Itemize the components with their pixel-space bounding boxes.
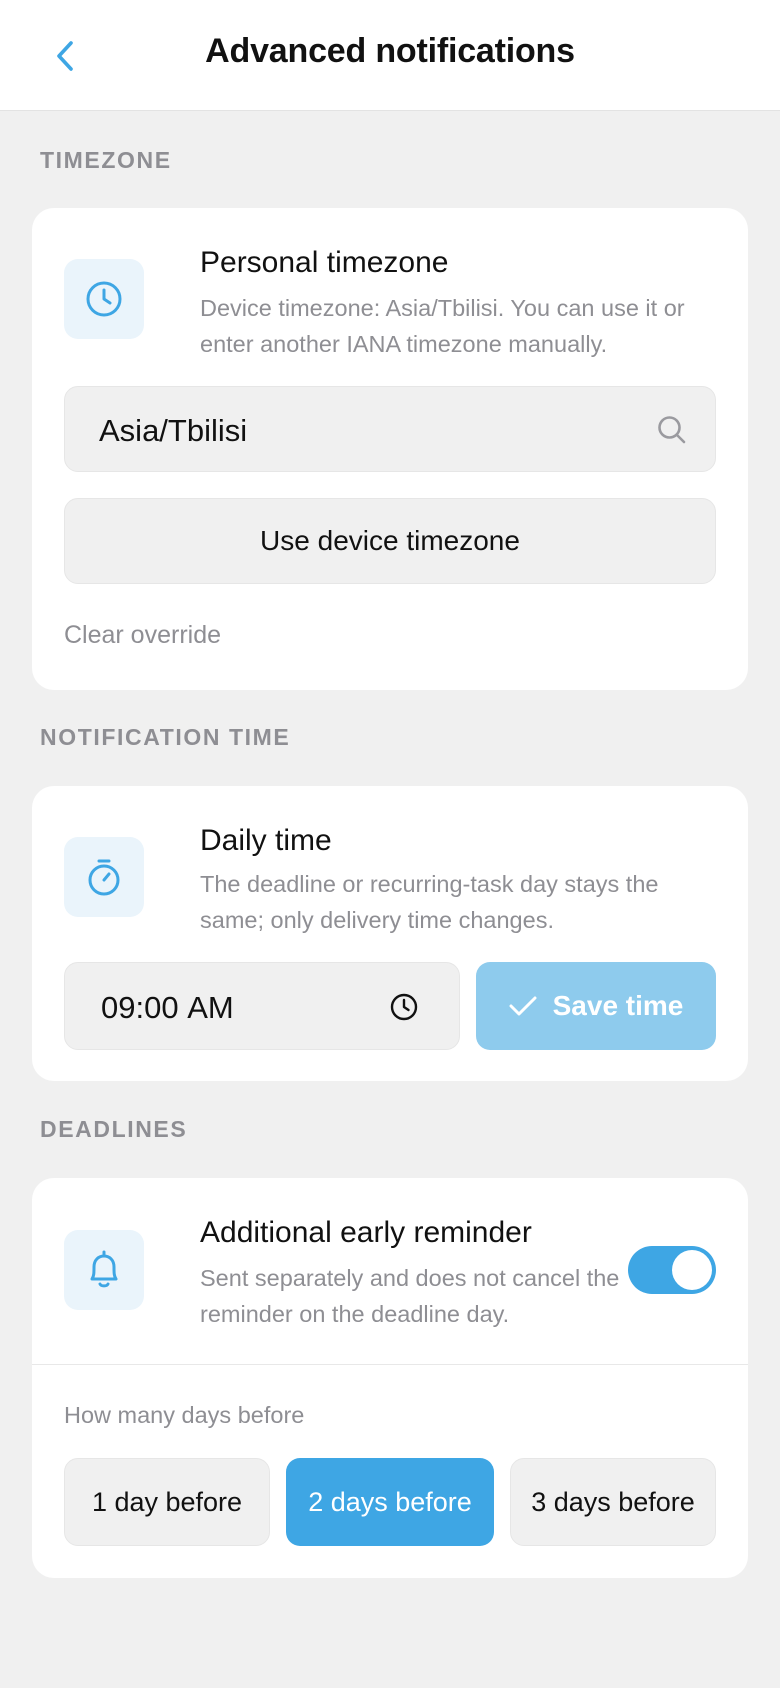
timezone-section-label: TIMEZONE [40, 147, 172, 173]
clock-icon [390, 993, 418, 1021]
notification-time-section-label: NOTIFICATION TIME [40, 724, 291, 750]
divider [32, 1364, 748, 1365]
daily-time-title: Daily time [200, 824, 332, 857]
option-2-days-before[interactable]: 2 days before [286, 1458, 494, 1546]
option-1-day-before[interactable]: 1 day before [64, 1458, 270, 1546]
timezone-card: Personal timezone Device timezone: Asia/… [32, 208, 748, 690]
timezone-description: Device timezone: Asia/Tbilisi. You can u… [200, 295, 685, 357]
search-icon [658, 416, 686, 444]
early-reminder-description: Sent separately and does not cancel the … [200, 1265, 620, 1327]
option-3-days-before[interactable]: 3 days before [510, 1458, 716, 1546]
time-input-value: 09:00 AM [101, 990, 234, 1025]
daily-time-description: The deadline or recurring-task day stays… [200, 871, 659, 933]
deadlines-card: Additional early reminder Sent separatel… [32, 1178, 748, 1578]
deadlines-section-label: DEADLINES [40, 1116, 188, 1142]
clear-override-link[interactable]: Clear override [64, 621, 221, 650]
early-reminder-title: Additional early reminder [200, 1216, 532, 1249]
clock-icon [86, 281, 122, 317]
early-reminder-toggle[interactable] [628, 1246, 716, 1294]
checkmark-icon [509, 996, 537, 1016]
daily-time-icon-box [64, 837, 144, 917]
page-title: Advanced notifications [205, 32, 575, 70]
use-device-timezone-button[interactable]: Use device timezone [64, 498, 716, 584]
reminder-icon-box [64, 1230, 144, 1310]
stopwatch-icon [88, 859, 120, 896]
time-input[interactable]: 09:00 AM [64, 962, 460, 1050]
save-time-label: Save time [552, 990, 684, 1021]
timezone-input[interactable]: Asia/Tbilisi [64, 386, 716, 472]
timezone-title: Personal timezone [200, 246, 449, 279]
toggle-knob [672, 1250, 712, 1290]
timezone-icon-box [64, 259, 144, 339]
top-bar: Advanced notifications [0, 0, 780, 111]
notification-time-card: Daily time The deadline or recurring-tas… [32, 786, 748, 1081]
timezone-input-value: Asia/Tbilisi [99, 413, 248, 448]
save-time-button[interactable]: Save time [476, 962, 716, 1050]
days-before-label: How many days before [64, 1402, 305, 1428]
bell-icon [90, 1250, 118, 1288]
